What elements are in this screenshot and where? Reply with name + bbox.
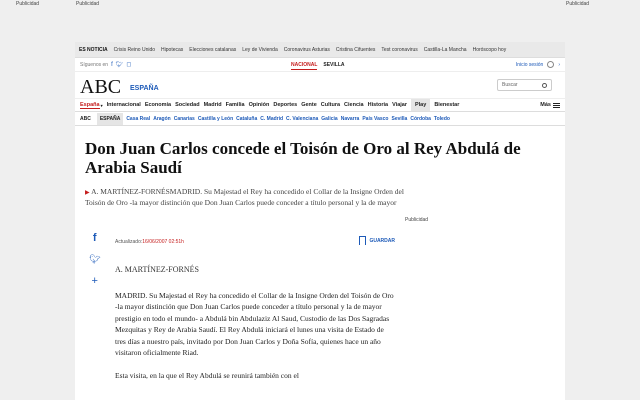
news-page: ES NOTICIA Crisis Reino Unido Hipotecas …	[75, 42, 565, 400]
hamburger-icon	[553, 102, 560, 108]
nav-item-historia[interactable]: Historia	[368, 102, 388, 108]
nav-item-madrid[interactable]: Madrid	[204, 102, 222, 108]
dateline: Actualizado: 16/06/2007 02:51h GUARDAR	[115, 235, 395, 249]
article-author: A. MARTÍNEZ-FORNÉS	[115, 265, 199, 274]
abc-logo[interactable]: ABC	[80, 76, 121, 99]
region-link[interactable]: Navarra	[341, 116, 360, 122]
trending-link[interactable]: Crisis Reino Unido	[114, 47, 155, 53]
search-icon[interactable]	[542, 82, 547, 88]
nav-item-ciencia[interactable]: Ciencia	[344, 102, 364, 108]
article-body: MADRID. Su Majestad el Rey ha concedido …	[115, 290, 395, 394]
region-link[interactable]: C. Valenciana	[286, 116, 318, 122]
nav-item-economia[interactable]: Economía	[145, 102, 171, 108]
login-link[interactable]: Inicio sesión	[516, 62, 544, 68]
trending-link[interactable]: Hipotecas	[161, 47, 183, 53]
edition-label[interactable]: ESPAÑA	[130, 85, 159, 92]
trending-link[interactable]: Coronavirus Asturias	[284, 47, 330, 53]
region-link[interactable]: C. Madrid	[260, 116, 283, 122]
body-paragraph: Esta visita, en la que el Rey Abdulá se …	[115, 371, 299, 381]
nav-item-play[interactable]: Play	[410, 99, 431, 111]
chevron-right-icon[interactable]: ›	[558, 62, 560, 68]
body-paragraph: MADRID. Su Majestad el Rey ha concedido …	[115, 291, 394, 358]
updated-label: Actualizado:	[115, 239, 143, 245]
trending-link[interactable]: Castilla-La Mancha	[424, 47, 467, 53]
plus-icon[interactable]: +	[92, 275, 98, 287]
search-box[interactable]: Buscar	[497, 79, 552, 91]
instagram-icon[interactable]: ◻	[126, 61, 131, 68]
nav-item-deportes[interactable]: Deportes	[273, 102, 297, 108]
region-link[interactable]: Castilla y León	[198, 116, 233, 122]
region-link[interactable]: Cataluña	[236, 116, 257, 122]
trending-link[interactable]: Ley de Vivienda	[242, 47, 278, 53]
facebook-share-icon[interactable]: f	[93, 232, 97, 244]
region-link[interactable]: Córdoba	[410, 116, 431, 122]
logo-row: ABC ESPAÑA Buscar	[75, 72, 565, 98]
trending-link[interactable]: Elecciones catalanas	[189, 47, 236, 53]
save-button[interactable]: GUARDAR	[359, 236, 395, 248]
save-label: GUARDAR	[369, 237, 395, 244]
facebook-icon[interactable]: f	[111, 62, 113, 68]
section-sevilla[interactable]: SEVILLA	[323, 62, 344, 70]
share-column: f 🐦︎ +	[89, 232, 100, 287]
more-menu-button[interactable]: Más	[540, 102, 560, 108]
region-nav: ABC ESPAÑA Casa Real Aragón Canarias Cas…	[75, 112, 565, 126]
region-link[interactable]: País Vasco	[362, 116, 388, 122]
ad-label: Publicidad	[76, 1, 100, 7]
edition-sections: NACIONAL SEVILLA	[291, 62, 345, 70]
section-nacional[interactable]: NACIONAL	[291, 62, 318, 70]
article-headline: Don Juan Carlos concede el Toisón de Oro…	[85, 139, 521, 177]
nav-item-sociedad[interactable]: Sociedad	[175, 102, 199, 108]
subnav-tag-espana[interactable]: ESPAÑA	[96, 112, 124, 125]
main-nav: España ▾ Internacional Economía Sociedad …	[75, 98, 565, 112]
twitter-icon[interactable]: 🐦︎	[116, 61, 124, 68]
nav-item-opinion[interactable]: Opinión	[249, 102, 270, 108]
nav-item-internacional[interactable]: Internacional	[107, 102, 141, 108]
triangle-right-icon: ▶	[85, 190, 90, 196]
ad-label: Publicidad	[566, 1, 590, 7]
nav-item-gente[interactable]: Gente	[301, 102, 317, 108]
subnav-tag-abc[interactable]: ABC	[77, 113, 94, 125]
article-lead: ▶ A. MARTÍNEZ-FORNÉSMADRID. Su Majestad …	[85, 187, 415, 208]
trending-link[interactable]: Test coronavirus	[381, 47, 417, 53]
region-link[interactable]: Casa Real	[126, 116, 150, 122]
lead-text: A. MARTÍNEZ-FORNÉSMADRID. Su Majestad el…	[85, 187, 404, 207]
region-link[interactable]: Toledo	[434, 116, 450, 122]
nav-item-familia[interactable]: Familia	[226, 102, 245, 108]
nav-item-espana[interactable]: España	[80, 102, 100, 109]
user-icon[interactable]	[547, 61, 555, 68]
chevron-down-icon[interactable]: ▾	[101, 103, 103, 108]
trending-bar: ES NOTICIA Crisis Reino Unido Hipotecas …	[75, 42, 565, 58]
trending-link[interactable]: Horóscopo hoy	[473, 47, 507, 53]
trending-label: ES NOTICIA	[79, 46, 108, 53]
social-bar: Síguenos en f 🐦︎ ◻ NACIONAL SEVILLA Inic…	[75, 58, 565, 72]
twitter-share-icon[interactable]: 🐦︎	[89, 254, 100, 265]
bookmark-icon	[359, 236, 367, 248]
search-input[interactable]: Buscar	[502, 82, 518, 88]
login-area: Inicio sesión ›	[516, 61, 560, 68]
side-ad-label: Publicidad	[405, 217, 429, 223]
region-link[interactable]: Sevilla	[391, 116, 407, 122]
region-link[interactable]: Aragón	[153, 116, 171, 122]
updated-date: 16/06/2007 02:51h	[142, 239, 184, 245]
ad-label: Publicidad	[16, 1, 40, 7]
nav-item-viajar[interactable]: Viajar	[392, 102, 407, 108]
nav-item-bienestar[interactable]: Bienestar	[434, 102, 459, 108]
region-link[interactable]: Canarias	[174, 116, 195, 122]
trending-link[interactable]: Cristina Cifuentes	[336, 47, 375, 53]
follow-label: Síguenos en	[80, 61, 109, 68]
region-link[interactable]: Galicia	[321, 116, 337, 122]
more-label: Más	[540, 102, 551, 108]
nav-item-cultura[interactable]: Cultura	[321, 102, 340, 108]
